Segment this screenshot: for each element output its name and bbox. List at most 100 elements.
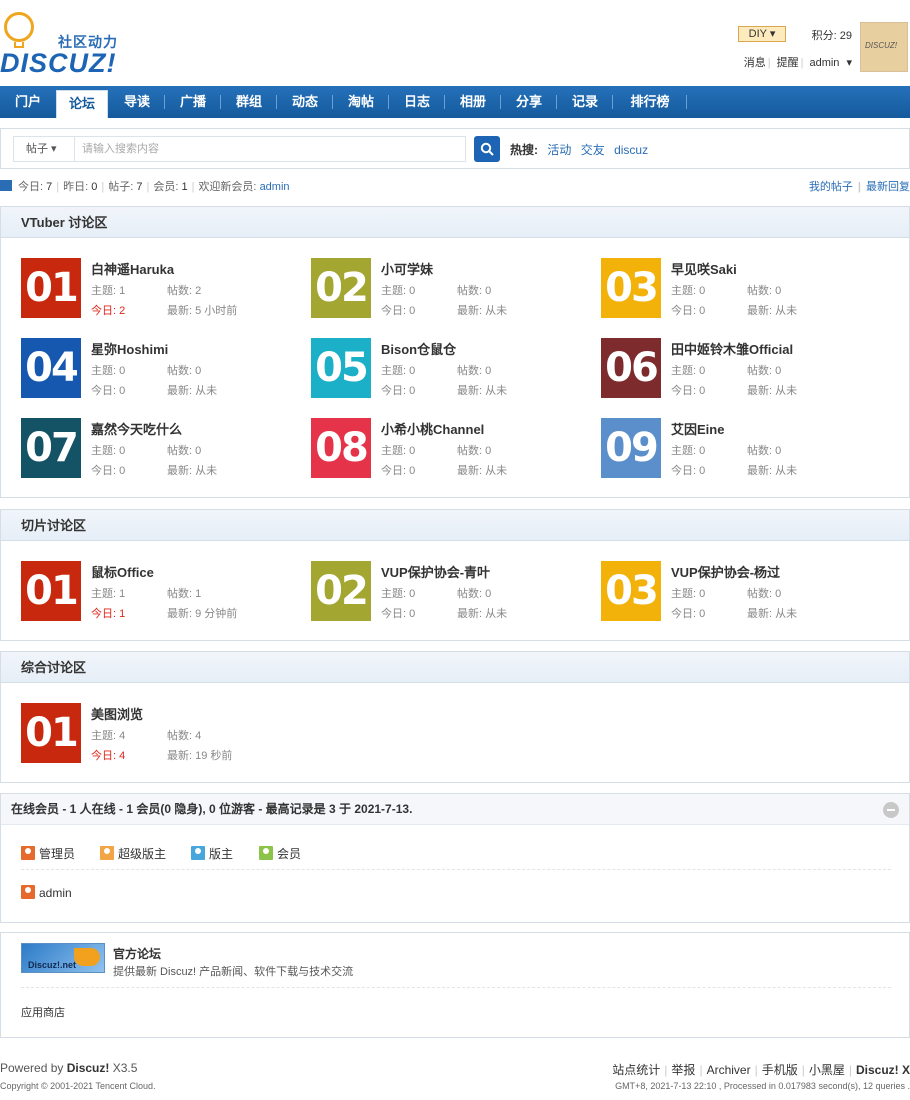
my-posts-link[interactable]: 我的帖子 [809,181,853,193]
latest-reply-link[interactable]: 最新回复 [866,181,910,193]
forum-topics: 0 [699,588,706,600]
forum-item[interactable]: 01 白神遥Haruka 主题: 1 帖数: 2 今日: 2 最新: 5 小时前 [21,258,311,320]
footer-link-stats[interactable]: 站点统计 [612,1063,660,1077]
forum-topics: 0 [699,285,706,297]
forum-item[interactable]: 05 Bison仓鼠仓 主题: 0 帖数: 0 今日: 0 最新: 从未 [311,338,601,400]
nav-records[interactable]: 记录 [558,86,612,118]
forum-number-tile[interactable]: 06 [601,338,661,398]
forum-number-tile[interactable]: 02 [311,258,371,318]
forum-name[interactable]: 艾因Eine [671,419,724,438]
forum-name[interactable]: 美图浏览 [91,704,143,723]
category-title[interactable]: VTuber 讨论区 [1,207,909,238]
forum-name[interactable]: VUP保护协会-杨过 [671,562,780,581]
forum-item[interactable]: 02 小可学妹 主题: 0 帖数: 0 今日: 0 最新: 从未 [311,258,601,320]
legend-super-mod: 超级版主 [100,845,166,862]
category-title[interactable]: 综合讨论区 [1,652,909,683]
forum-name[interactable]: VUP保护协会-青叶 [381,562,490,581]
nav-blog[interactable]: 日志 [390,86,444,118]
forum-name[interactable]: 早见咲Saki [671,259,737,278]
forum-topics: 0 [409,365,416,377]
hot-word-activity[interactable]: 活动 [547,143,571,157]
forum-name[interactable]: 小可学妹 [381,259,433,278]
forum-item[interactable]: 08 小希小桃Channel 主题: 0 帖数: 0 今日: 0 最新: 从未 [311,418,601,480]
footer-link-discuz[interactable]: Discuz! X [856,1063,910,1077]
avatar-text: DISCUZ! [865,41,897,50]
forum-item[interactable]: 03 VUP保护协会-杨过 主题: 0 帖数: 0 今日: 0 最新: 从未 [601,561,891,623]
footer-links: 站点统计 | 举报 | Archiver | 手机版 | 小黑屋 | Discuz! X [612,1063,910,1077]
nav-collection[interactable]: 淘帖 [334,86,388,118]
forum-item[interactable]: 01 美图浏览 主题: 4 帖数: 4 今日: 4 最新: 19 秒前 [21,703,311,765]
forum-name[interactable]: 嘉然今天吃什么 [91,419,182,438]
forum-topics: 0 [699,365,706,377]
forum-name[interactable]: 鼠标Office [91,562,154,581]
forum-number-tile[interactable]: 05 [311,338,371,398]
forum-posts: 0 [485,588,492,600]
nav-album[interactable]: 相册 [446,86,500,118]
forum-latest: 从未 [195,385,218,397]
nav-feed[interactable]: 动态 [278,86,332,118]
forum-item[interactable]: 07 嘉然今天吃什么 主题: 0 帖数: 0 今日: 0 最新: 从未 [21,418,311,480]
forum-latest[interactable]: 19 秒前 [195,750,232,762]
forum-posts: 0 [485,365,492,377]
forum-name[interactable]: 白神遥Haruka [91,259,174,278]
search-type-select[interactable]: 帖子 ▾ [13,136,75,162]
forum-today: 0 [699,305,706,317]
hot-word-discuz[interactable]: discuz [614,143,648,157]
category-title[interactable]: 切片讨论区 [1,510,909,541]
forum-item[interactable]: 04 星弥Hoshimi 主题: 0 帖数: 0 今日: 0 最新: 从未 [21,338,311,400]
notifications-link[interactable]: 提醒 [777,57,799,69]
forum-name[interactable]: 小希小桃Channel [381,419,484,438]
forum-item[interactable]: 09 艾因Eine 主题: 0 帖数: 0 今日: 0 最新: 从未 [601,418,891,480]
forum-item[interactable]: 01 鼠标Office 主题: 1 帖数: 1 今日: 1 最新: 9 分钟前 [21,561,311,623]
nav-share[interactable]: 分享 [502,86,556,118]
category-vtuber: VTuber 讨论区 01 白神遥Haruka 主题: 1 帖数: 2 今日: 2 最新:… [0,206,910,498]
forum-item[interactable]: 03 早见咲Saki 主题: 0 帖数: 0 今日: 0 最新: 从未 [601,258,891,320]
search-input[interactable]: 请输入搜索内容 [74,136,466,162]
forum-number-tile[interactable]: 02 [311,561,371,621]
forum-number-tile[interactable]: 07 [21,418,81,478]
online-title: 在线会员 - 1 人在线 - 1 会员(0 隐身), 0 位游客 - 最高记录是… [1,794,909,825]
forum-latest[interactable]: 5 小时前 [195,305,237,317]
discuz-link[interactable]: Discuz! [67,1061,110,1075]
nav-group[interactable]: 群组 [222,86,276,118]
nav-forum[interactable]: 论坛 [56,90,108,118]
username-menu[interactable]: admin [809,57,839,69]
nav-broadcast[interactable]: 广播 [166,86,220,118]
footer-link-report[interactable]: 举报 [671,1063,695,1077]
search-button[interactable] [474,136,500,162]
forum-name[interactable]: 星弥Hoshimi [91,339,168,358]
forum-number-tile[interactable]: 01 [21,258,81,318]
avatar[interactable]: DISCUZ! [860,22,908,72]
collapse-icon[interactable] [883,802,899,818]
hot-word-dating[interactable]: 交友 [581,143,605,157]
forum-today: 2 [119,305,126,317]
forum-number-tile[interactable]: 01 [21,561,81,621]
official-forum-link[interactable]: 官方论坛 [113,945,161,962]
footer-link-mobile[interactable]: 手机版 [762,1063,798,1077]
forum-latest[interactable]: 9 分钟前 [195,608,237,620]
forum-number-tile[interactable]: 03 [601,258,661,318]
welcome-user-link[interactable]: admin [260,181,290,193]
forum-number-tile[interactable]: 09 [601,418,661,478]
footer-link-blackroom[interactable]: 小黑屋 [809,1063,845,1077]
diy-button[interactable]: DIY ▾ [738,26,786,42]
site-logo[interactable]: 社区动力 DISCUZ! [0,8,130,78]
forum-number-tile[interactable]: 08 [311,418,371,478]
online-user-admin[interactable]: admin [21,885,72,900]
discuz-net-logo[interactable]: Discuz!.net [21,943,105,973]
forum-number-tile[interactable]: 01 [21,703,81,763]
forum-number-tile[interactable]: 04 [21,338,81,398]
nav-guide[interactable]: 导读 [110,86,164,118]
footer-link-archiver[interactable]: Archiver [707,1063,751,1077]
credit-display[interactable]: 积分: 29 [812,27,852,43]
app-store-link[interactable]: 应用商店 [21,1004,65,1020]
forum-item[interactable]: 02 VUP保护协会-青叶 主题: 0 帖数: 0 今日: 0 最新: 从未 [311,561,601,623]
forum-name[interactable]: Bison仓鼠仓 [381,339,456,358]
forum-name[interactable]: 田中姬铃木雏Official [671,339,793,358]
nav-ranking[interactable]: 排行榜 [614,86,686,118]
messages-link[interactable]: 消息 [744,57,766,69]
forum-item[interactable]: 06 田中姬铃木雏Official 主题: 0 帖数: 0 今日: 0 最新: 从未 [601,338,891,400]
nav-portal[interactable]: 门户 [0,86,56,118]
forum-number-tile[interactable]: 03 [601,561,661,621]
chevron-down-icon[interactable]: ▾ [843,57,852,69]
